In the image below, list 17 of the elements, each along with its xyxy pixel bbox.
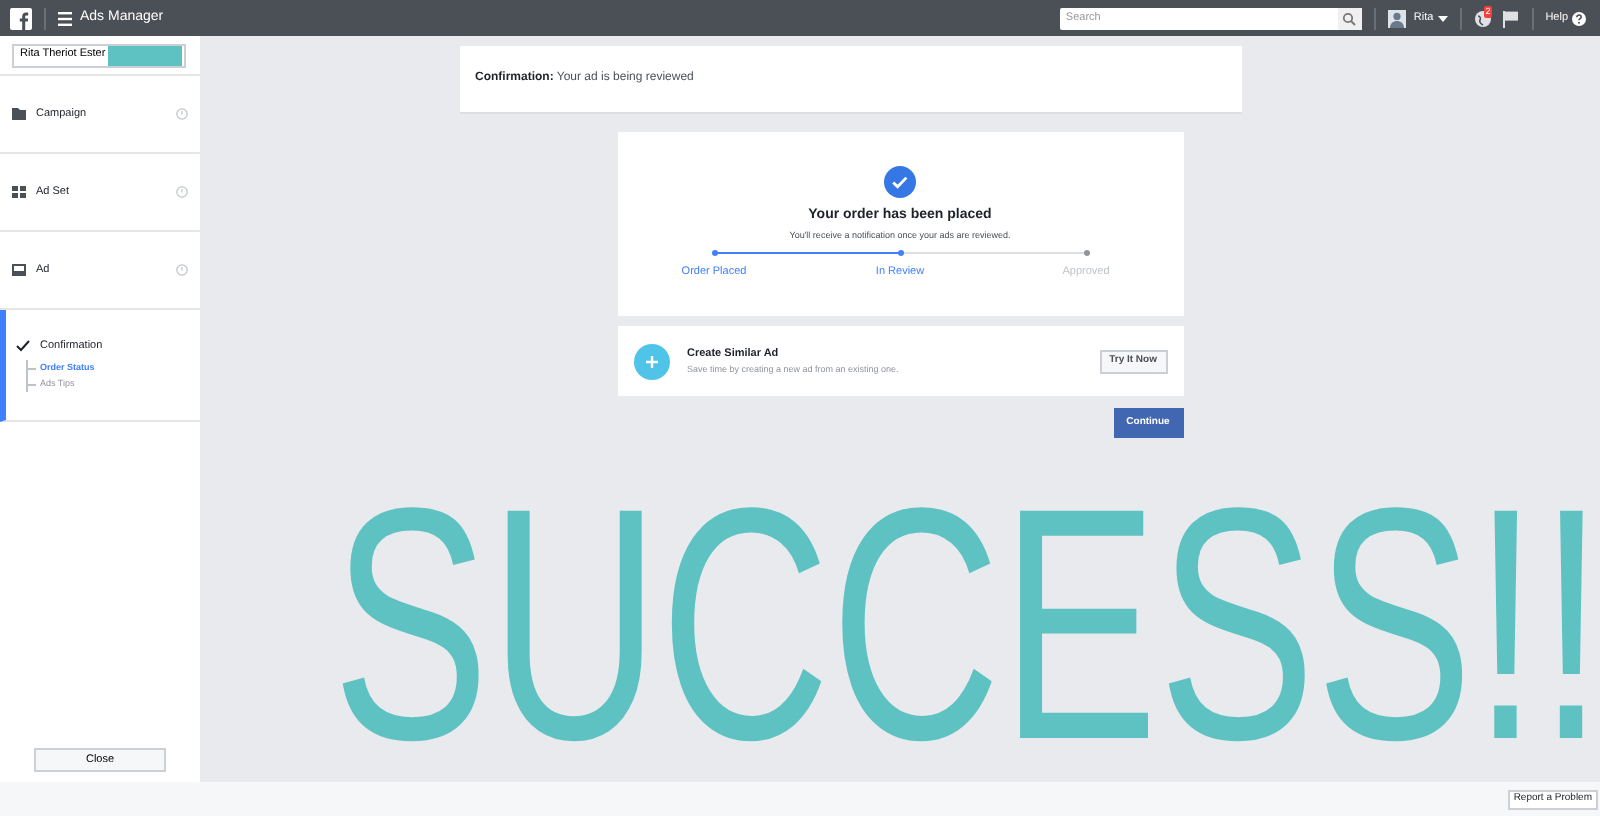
menu-icon[interactable] [58, 11, 72, 25]
redaction-block [107, 45, 182, 65]
overlay-text: SUCCESS!! [332, 500, 1600, 752]
clock-icon [176, 108, 188, 120]
flag-icon[interactable] [1501, 9, 1520, 27]
folder-icon [12, 108, 26, 120]
avatar-icon[interactable] [1387, 9, 1406, 27]
help-icon[interactable] [1572, 11, 1586, 25]
grid-icon [12, 186, 26, 198]
clock-icon [176, 264, 188, 276]
ad-preview-icon [12, 264, 26, 276]
clock-icon [176, 186, 188, 198]
search-icon[interactable] [1342, 11, 1357, 25]
check-circle-icon [884, 166, 916, 198]
caret-icon[interactable] [1437, 15, 1448, 21]
logo-icon[interactable] [10, 7, 32, 29]
checkmark-icon [16, 340, 30, 353]
